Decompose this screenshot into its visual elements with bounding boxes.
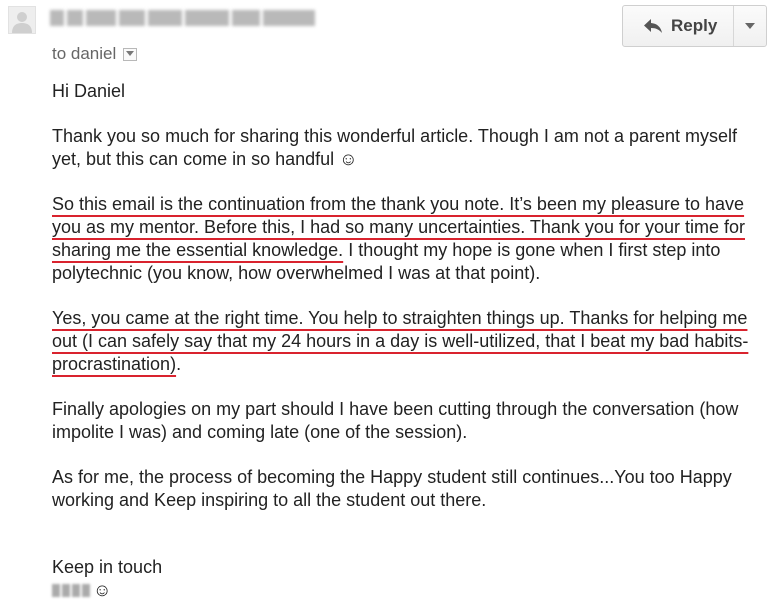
greeting: Hi Daniel <box>52 81 126 101</box>
sender-name-redacted <box>50 10 315 26</box>
email-body: Hi Daniel Thank you so much for sharing … <box>52 80 752 602</box>
recipient-details-toggle[interactable] <box>123 47 138 61</box>
reply-button-label: Reply <box>671 16 718 35</box>
reply-button[interactable]: Reply <box>623 6 735 46</box>
signature-smiley: ☺ <box>93 580 112 600</box>
reply-arrow-icon <box>644 19 662 33</box>
recipient-line: to daniel <box>52 44 138 64</box>
paragraph-apologies: Finally apologies on my part should I ha… <box>52 399 739 442</box>
chevron-down-icon <box>126 51 135 56</box>
paragraph-thanks: Thank you so much for sharing this wonde… <box>52 126 738 169</box>
person-silhouette-icon <box>12 12 32 33</box>
signature: ☺ <box>52 579 752 602</box>
signature-name-redacted <box>52 584 90 597</box>
reply-button-group: Reply <box>622 5 768 47</box>
more-actions-button[interactable] <box>734 6 766 46</box>
paragraph-continuation: So this email is the continuation from t… <box>52 193 752 285</box>
avatar[interactable] <box>8 6 36 34</box>
highlighted-text: Yes, you came at the right time. You hel… <box>52 308 749 374</box>
paragraph-text: . <box>176 354 182 374</box>
chevron-down-icon <box>745 22 756 29</box>
paragraph-right-time: Yes, you came at the right time. You hel… <box>52 307 752 376</box>
email-message: to daniel Reply Hi Daniel Thank you so m… <box>0 0 768 616</box>
recipient-label: to daniel <box>52 44 117 63</box>
paragraph-happy-student: As for me, the process of becoming the H… <box>52 467 732 510</box>
closing-line: Keep in touch <box>52 557 163 577</box>
